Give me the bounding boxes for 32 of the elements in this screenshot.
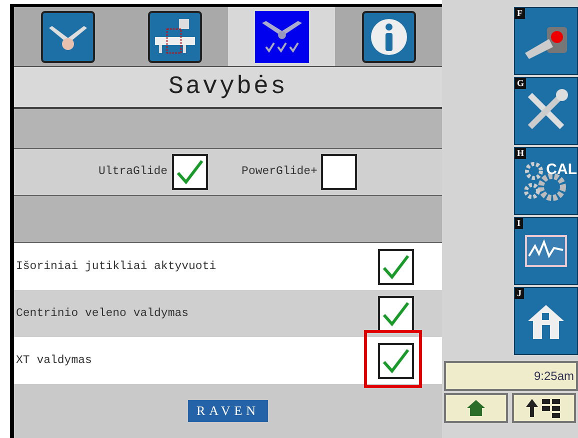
softkey-button[interactable]: G: [514, 77, 578, 145]
toolbar-button[interactable]: [512, 393, 576, 423]
softkey-button[interactable]: J: [514, 287, 578, 355]
key-letter: I: [515, 218, 523, 229]
softkey-button[interactable]: I: [514, 217, 578, 285]
option-label: UltraGlide: [98, 164, 168, 180]
chart-monitor-icon: [524, 234, 568, 268]
checkbox[interactable]: [378, 248, 414, 284]
key-caption: CAL: [546, 162, 577, 177]
softkey-button[interactable]: F: [514, 7, 578, 75]
feature-label: Centrinio veleno valdymas: [16, 306, 189, 322]
key-letter: G: [515, 78, 526, 89]
plumbing-icon: [152, 16, 196, 56]
key-letter: J: [515, 288, 524, 299]
tab[interactable]: [40, 10, 94, 62]
feature-label: XT valdymas: [16, 352, 92, 369]
screen-title: Savybės: [168, 71, 288, 104]
key-letter: H: [515, 148, 526, 159]
checkbox[interactable]: [321, 154, 358, 190]
tab[interactable]: [148, 10, 202, 62]
feature-label: Išoriniai jutikliai aktyvuoti: [16, 258, 216, 275]
checkbox[interactable]: [378, 296, 414, 332]
option-label: PowerGlide+: [242, 164, 318, 180]
checkbox[interactable]: [378, 342, 414, 378]
checkbox[interactable]: [172, 154, 208, 190]
logo: RAVEN: [188, 400, 268, 422]
softkey-button[interactable]: H CAL: [514, 147, 578, 215]
clock-time: 9:25am: [534, 368, 574, 385]
info-icon: [368, 16, 408, 56]
tab[interactable]: [362, 10, 416, 62]
key-letter: F: [515, 8, 524, 19]
home-icon: [466, 399, 486, 417]
